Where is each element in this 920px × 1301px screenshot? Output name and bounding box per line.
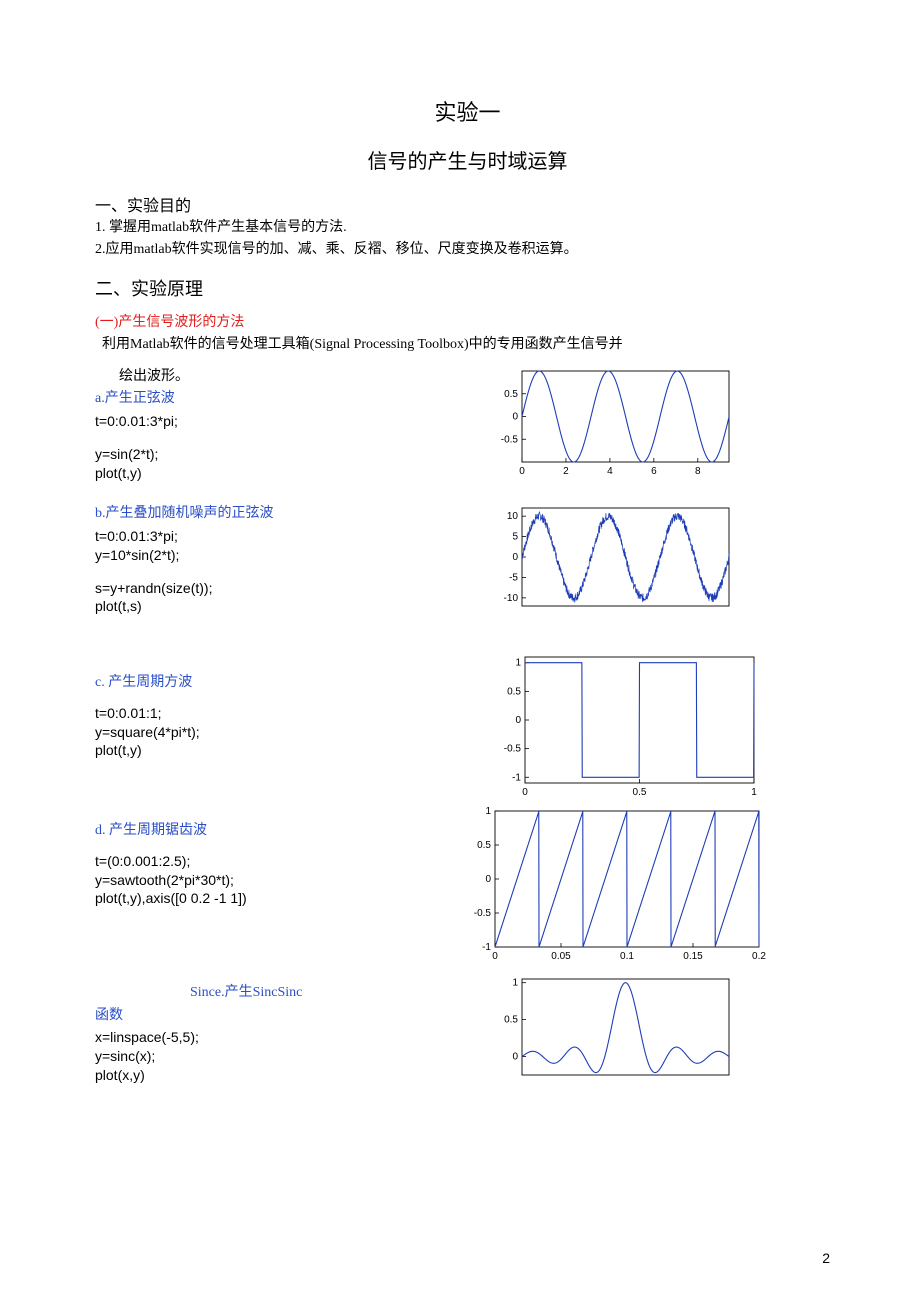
code-b-line4: plot(t,s): [95, 597, 475, 616]
svg-text:1: 1: [512, 978, 518, 989]
example-d-heading: d. 产生周期锯齿波: [95, 821, 475, 841]
subsection1-tail: 绘出波形。: [119, 367, 475, 387]
goal-1: 1. 掌握用matlab软件产生基本信号的方法.: [95, 218, 840, 238]
page-title: 实验一: [95, 95, 840, 127]
example-e-heading: Since.产生SincSinc: [190, 983, 475, 1003]
svg-text:0: 0: [512, 1052, 518, 1063]
chart-e: 00.51: [487, 973, 737, 1084]
code-e-line3: plot(x,y): [95, 1066, 475, 1085]
svg-text:0.5: 0.5: [633, 787, 647, 798]
svg-text:0: 0: [485, 874, 491, 885]
chart-b: -10 -5 0 5 10: [487, 502, 737, 616]
svg-text:0.5: 0.5: [504, 389, 518, 400]
svg-text:0: 0: [522, 787, 528, 798]
example-e-word: 函数: [95, 1006, 475, 1026]
svg-text:1: 1: [751, 787, 757, 798]
chart-c: -1 -0.5 0 0.5 1 0 0.5 1: [487, 651, 762, 801]
code-c-line2: y=square(4*pi*t);: [95, 723, 475, 742]
svg-text:0: 0: [512, 552, 518, 563]
svg-text:4: 4: [607, 466, 613, 477]
svg-text:1: 1: [485, 806, 491, 817]
code-e-line1: x=linspace(-5,5);: [95, 1028, 475, 1047]
svg-text:0: 0: [492, 951, 498, 962]
svg-text:0: 0: [515, 715, 521, 726]
subsection1-heading: (一)产生信号波形的方法: [95, 313, 840, 333]
svg-text:0.5: 0.5: [507, 687, 521, 698]
svg-text:6: 6: [651, 466, 657, 477]
svg-text:0: 0: [519, 466, 525, 477]
svg-text:-10: -10: [504, 593, 519, 604]
svg-text:-0.5: -0.5: [504, 744, 522, 755]
example-c-heading: c. 产生周期方波: [95, 673, 475, 693]
example-b-heading: b.产生叠加随机噪声的正弦波: [95, 504, 475, 524]
svg-text:0: 0: [512, 412, 518, 423]
chart-d: -1 -0.5 0 0.5 1 0 0.05 0.1 0.15 0.2: [447, 805, 767, 965]
code-b-line2: y=10*sin(2*t);: [95, 546, 475, 565]
svg-text:-5: -5: [509, 573, 518, 584]
code-d-line1: t=(0:0.001:2.5);: [95, 852, 475, 871]
goal-2: 2.应用matlab软件实现信号的加、减、乘、反褶、移位、尺度变换及卷积运算。: [95, 240, 840, 260]
section2-heading: 二、实验原理: [95, 275, 840, 301]
svg-text:-1: -1: [482, 942, 491, 953]
code-a-line3: plot(t,y): [95, 464, 475, 483]
svg-text:0.1: 0.1: [620, 951, 634, 962]
svg-text:0.15: 0.15: [683, 951, 703, 962]
page-number: 2: [822, 1250, 830, 1266]
section1-heading: 一、实验目的: [95, 192, 840, 216]
chart-a: -0.5 0 0.5 0 2 4 6 8: [487, 365, 737, 482]
code-a-line1: t=0:0.01:3*pi;: [95, 412, 475, 431]
svg-text:8: 8: [695, 466, 701, 477]
svg-text:0.05: 0.05: [551, 951, 571, 962]
svg-text:-1: -1: [512, 773, 521, 784]
svg-text:1: 1: [515, 658, 521, 669]
code-b-line1: t=0:0.01:3*pi;: [95, 527, 475, 546]
code-c-line1: t=0:0.01:1;: [95, 704, 475, 723]
example-a-heading: a.产生正弦波: [95, 389, 475, 409]
svg-text:2: 2: [563, 466, 569, 477]
page-subtitle: 信号的产生与时域运算: [95, 145, 840, 174]
code-d-line2: y=sawtooth(2*pi*30*t);: [95, 871, 475, 890]
code-d-line3: plot(t,y),axis([0 0.2 -1 1]): [95, 889, 475, 908]
svg-text:5: 5: [512, 532, 518, 543]
code-a-line2: y=sin(2*t);: [95, 445, 475, 464]
subsection1-body: 利用Matlab软件的信号处理工具箱(Signal Processing Too…: [95, 335, 840, 355]
code-e-line2: y=sinc(x);: [95, 1047, 475, 1066]
svg-text:0.5: 0.5: [504, 1015, 518, 1026]
svg-text:0.2: 0.2: [752, 951, 766, 962]
code-b-line3: s=y+randn(size(t));: [95, 579, 475, 598]
svg-text:10: 10: [507, 512, 519, 523]
code-c-line3: plot(t,y): [95, 741, 475, 760]
svg-text:-0.5: -0.5: [501, 434, 519, 445]
svg-text:-0.5: -0.5: [474, 908, 492, 919]
svg-text:0.5: 0.5: [477, 840, 491, 851]
